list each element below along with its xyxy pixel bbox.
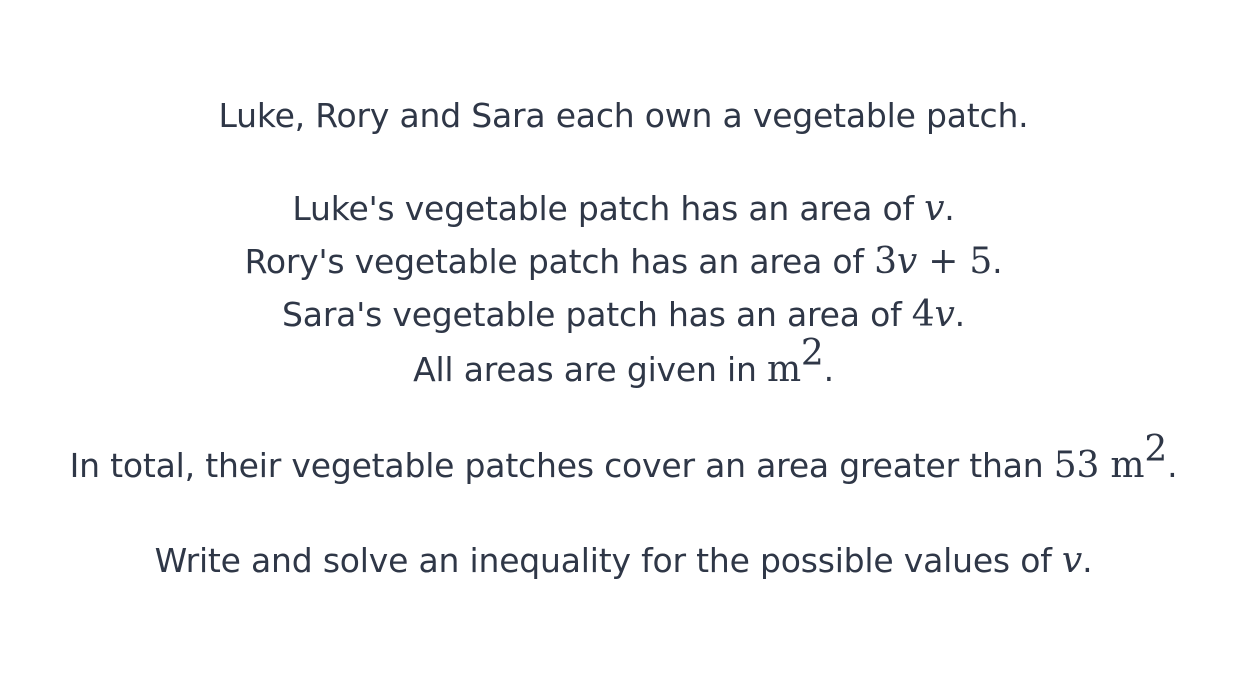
sara-area-end: . (954, 295, 966, 334)
luke-area-text: Luke's vegetable patch has an area of (292, 189, 925, 228)
luke-area-variable: v (924, 188, 945, 229)
units-power: 2 (800, 333, 824, 374)
total-area-value: 53 (1053, 445, 1100, 486)
task-text: Write and solve an inequality for the po… (154, 541, 1062, 580)
task-variable: v (1061, 540, 1083, 581)
task-end: . (1082, 541, 1093, 580)
sara-area-variable: v (934, 294, 955, 335)
rory-area-variable: v (896, 241, 917, 282)
rory-area-coefficient: 3 (874, 241, 897, 282)
rory-area-line: Rory's vegetable patch has an area of 3v… (0, 242, 1247, 282)
sara-area-text: Sara's vegetable patch has an area of (282, 295, 912, 334)
rory-area-constant: + 5 (916, 241, 993, 282)
intro-text: Luke, Rory and Sara each own a vegetable… (0, 96, 1247, 136)
total-area-unit: m (1099, 445, 1145, 486)
total-area-power: 2 (1144, 429, 1168, 470)
units-unit: m (766, 349, 801, 390)
rory-area-end: . (992, 242, 1003, 281)
sara-area-line: Sara's vegetable patch has an area of 4v… (0, 295, 1247, 335)
question-card: Luke, Rory and Sara each own a vegetable… (0, 0, 1247, 691)
intro-sentence: Luke, Rory and Sara each own a vegetable… (218, 96, 1029, 135)
units-text: All areas are given in (413, 350, 767, 389)
task-line: Write and solve an inequality for the po… (0, 541, 1247, 581)
units-end: . (823, 350, 835, 389)
total-area-text: In total, their vegetable patches cover … (69, 446, 1054, 485)
sara-area-coefficient: 4 (911, 294, 935, 335)
luke-area-end: . (944, 189, 955, 228)
luke-area-line: Luke's vegetable patch has an area of v. (0, 189, 1247, 229)
units-line: All areas are given in m2. (0, 336, 1247, 390)
rory-area-text: Rory's vegetable patch has an area of (244, 242, 875, 281)
total-area-end: . (1167, 446, 1178, 485)
total-area-line: In total, their vegetable patches cover … (0, 432, 1247, 486)
